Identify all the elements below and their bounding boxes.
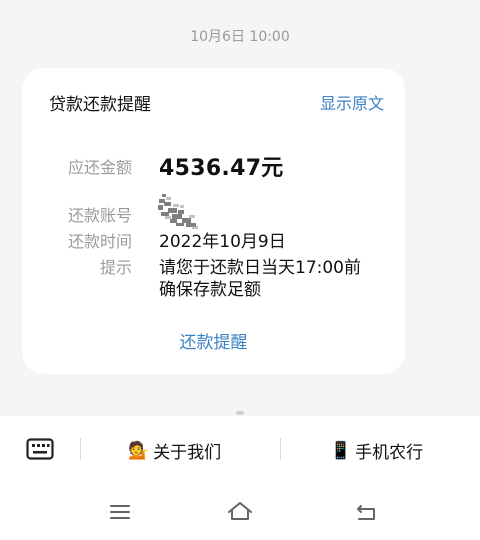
home-icon[interactable] [227,501,253,521]
card-title: 贷款还款提醒 [49,95,151,115]
tip-line-2: 确保存款足额 [159,280,261,300]
sms-message-card[interactable]: 贷款还款提醒 显示原文 应还金额 4536.47元 还款账号 还款时间 2022… [22,68,405,374]
service-menu-bar: 💁 关于我们 📱 手机农行 [0,416,480,540]
mobile-banking-label: 手机农行 [355,443,424,463]
tip-label: 提示 [99,258,132,277]
about-us-label: 关于我们 [153,443,222,463]
time-label: 还款时间 [67,232,132,251]
person-tipping-hand-icon: 💁 [128,440,150,461]
keyboard-icon[interactable] [26,438,54,460]
repayment-reminder-link[interactable]: 还款提醒 [22,328,405,353]
hamburger-menu-icon[interactable] [109,503,131,521]
amount-value: 4536.47元 [159,156,284,181]
back-icon[interactable] [355,503,377,521]
mobile-banking-menu-item[interactable]: 📱 手机农行 [330,438,424,464]
account-label: 还款账号 [67,206,132,225]
about-us-menu-item[interactable]: 💁 关于我们 [128,438,222,464]
time-value: 2022年10月9日 [159,232,286,252]
menu-separator [80,438,81,460]
message-timestamp: 10月6日 10:00 [190,29,290,45]
redacted-account-image [158,194,198,229]
menu-separator [280,438,281,460]
amount-label: 应还金额 [67,158,132,177]
show-original-link[interactable]: 显示原文 [320,90,384,114]
scroll-indicator [236,411,244,415]
mobile-phone-icon: 📱 [330,440,352,461]
